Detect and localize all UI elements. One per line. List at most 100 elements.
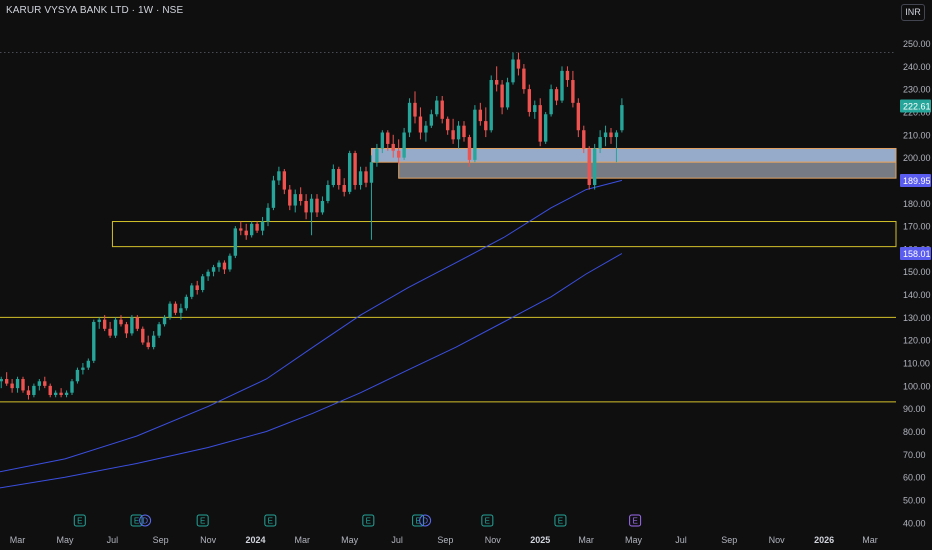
- price-badge-label: 189.95: [903, 176, 931, 186]
- candle-body: [342, 185, 346, 192]
- candle-body: [184, 296, 189, 309]
- candle-body: [484, 121, 488, 131]
- candle-body: [32, 385, 36, 395]
- candle-body: [239, 228, 243, 231]
- candle-body: [320, 200, 325, 213]
- candle-body: [102, 319, 107, 329]
- y-tick-label: 90.00: [903, 404, 926, 414]
- candle-body: [527, 89, 532, 112]
- candle-body: [587, 148, 591, 186]
- candle-body: [353, 153, 357, 186]
- candle-body: [0, 379, 3, 382]
- candle-body: [217, 262, 221, 268]
- candle-body: [309, 198, 314, 213]
- candle-body: [347, 153, 352, 192]
- candle-body: [266, 207, 270, 222]
- candle-body: [304, 200, 308, 213]
- y-tick-label: 230.00: [903, 85, 931, 95]
- x-tick-label: Nov: [485, 535, 502, 545]
- event-marker-label: E: [268, 517, 273, 526]
- candle-body: [293, 194, 297, 206]
- price-badge-label: 222.61: [903, 102, 931, 112]
- event-marker-label: E: [366, 517, 371, 526]
- event-marker-label: E: [134, 517, 139, 526]
- candle-body: [456, 125, 461, 140]
- candle-body: [113, 319, 118, 336]
- x-tick-label: Jul: [675, 535, 687, 545]
- candle-body: [440, 100, 444, 119]
- chart-window: 250.00240.00230.00220.00210.00200.00190.…: [0, 0, 932, 550]
- x-tick-label: Nov: [200, 535, 217, 545]
- candle-body: [418, 116, 423, 133]
- candle-body: [533, 105, 537, 112]
- candle-body: [81, 367, 85, 370]
- candle-body: [75, 369, 80, 382]
- candle-body: [206, 271, 210, 277]
- candle-body: [358, 171, 363, 186]
- candle-body: [195, 285, 199, 290]
- x-tick-label: May: [56, 535, 74, 545]
- candle-body: [48, 385, 52, 395]
- candle-body: [282, 171, 287, 190]
- x-tick-label: Mar: [294, 535, 310, 545]
- candle-body: [151, 335, 156, 348]
- x-tick-label: Jul: [391, 535, 403, 545]
- x-tick-label: 2025: [530, 535, 550, 545]
- candle-body: [603, 132, 608, 138]
- candle-body: [538, 105, 542, 142]
- candle-body: [190, 285, 194, 297]
- candle-body: [522, 68, 526, 90]
- chart-background: [0, 0, 932, 550]
- candle-body: [375, 148, 379, 163]
- currency-button[interactable]: INR: [901, 4, 925, 21]
- candle-body: [424, 125, 428, 133]
- event-marker-label: E: [485, 517, 490, 526]
- candle-body: [130, 317, 134, 334]
- candle-body: [489, 80, 493, 131]
- candle-body: [119, 319, 123, 325]
- event-marker-label: D: [142, 517, 148, 526]
- y-tick-label: 240.00: [903, 62, 931, 72]
- x-tick-label: Mar: [578, 535, 594, 545]
- candle-body: [407, 102, 412, 133]
- y-tick-label: 130.00: [903, 313, 931, 323]
- candle-body: [135, 317, 140, 329]
- candle-body: [173, 303, 178, 313]
- candle-body: [565, 70, 570, 81]
- candle-body: [435, 100, 439, 115]
- event-marker-label: E: [200, 517, 205, 526]
- candle-body: [511, 59, 515, 83]
- candle-body: [70, 381, 74, 393]
- candle-body: [516, 59, 521, 69]
- x-tick-label: Sep: [153, 535, 169, 545]
- candle-body: [337, 169, 341, 186]
- candle-body: [179, 308, 183, 313]
- y-tick-label: 170.00: [903, 222, 931, 232]
- event-marker-label: D: [422, 517, 428, 526]
- price-badge-label: 158.01: [903, 249, 931, 259]
- y-tick-label: 180.00: [903, 199, 931, 209]
- x-tick-label: May: [341, 535, 359, 545]
- y-tick-label: 250.00: [903, 39, 931, 49]
- candle-body: [277, 171, 281, 181]
- candle-body: [473, 109, 477, 160]
- candle-body: [478, 109, 483, 122]
- candle-body: [462, 125, 466, 138]
- event-marker-label: E: [558, 517, 563, 526]
- y-tick-label: 40.00: [903, 518, 926, 528]
- candle-body: [451, 130, 455, 140]
- candle-body: [391, 143, 395, 151]
- candle-body: [157, 324, 161, 336]
- x-tick-label: Mar: [862, 535, 878, 545]
- candlestick-chart[interactable]: 250.00240.00230.00220.00210.00200.00190.…: [0, 0, 932, 550]
- x-tick-label: Mar: [10, 535, 26, 545]
- candle-body: [92, 321, 96, 361]
- candle-body: [26, 390, 31, 395]
- candle-body: [86, 360, 91, 368]
- candle-body: [609, 132, 613, 138]
- candle-body: [402, 132, 406, 158]
- candle-body: [494, 80, 499, 85]
- candle-body: [244, 230, 248, 236]
- candle-body: [288, 189, 292, 206]
- y-tick-label: 70.00: [903, 450, 926, 460]
